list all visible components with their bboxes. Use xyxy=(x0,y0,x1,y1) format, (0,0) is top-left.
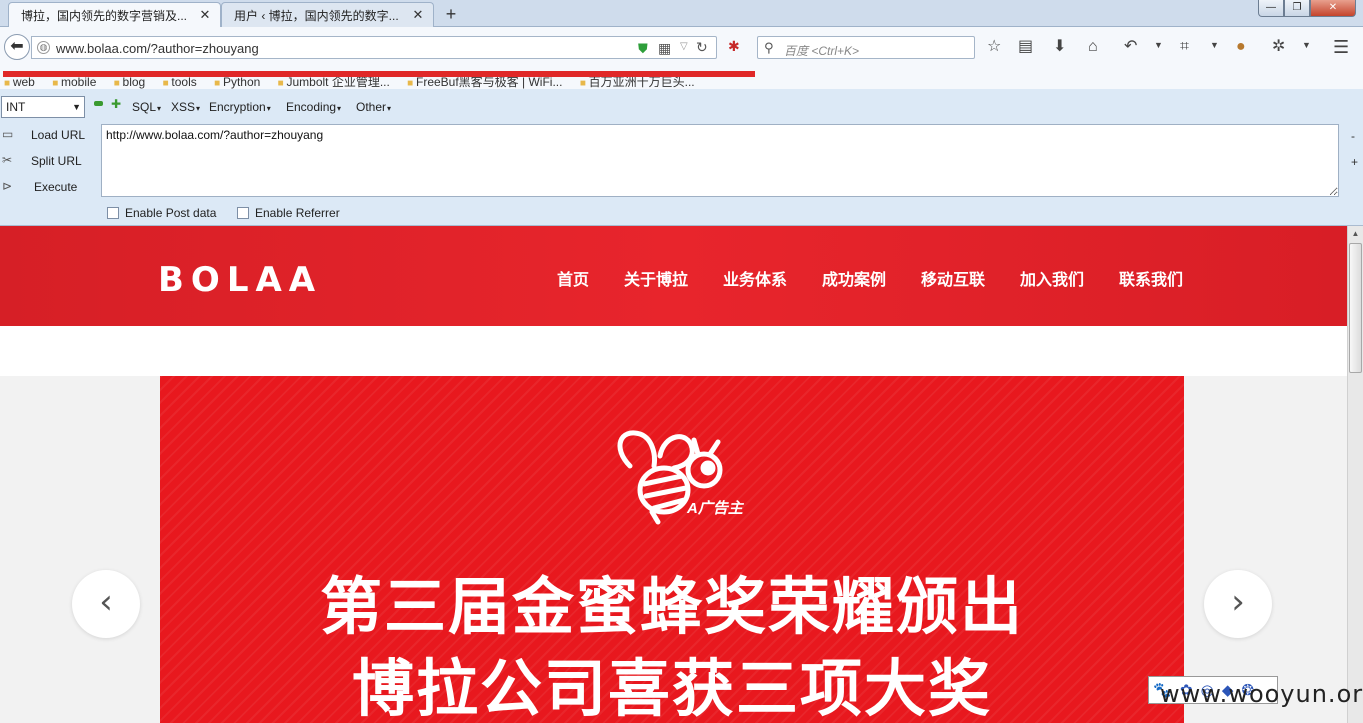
search-placeholder[interactable]: 百度 <Ctrl+K> xyxy=(784,42,859,59)
enable-post-data-checkbox[interactable]: Enable Post data xyxy=(107,206,216,220)
checkbox-label: Enable Post data xyxy=(125,206,217,220)
chevron-left-icon: ‹ xyxy=(99,582,113,622)
tab-close-icon[interactable]: ✕ xyxy=(411,7,425,23)
site-nav-join[interactable]: 加入我们 xyxy=(1020,266,1084,290)
url-history-dropdown-icon[interactable]: ▽ xyxy=(680,41,688,52)
site-nav-mobile[interactable]: 移动互联 xyxy=(921,266,985,290)
bookmark-item[interactable]: Jumbolt 企业管理... xyxy=(278,75,390,89)
checkbox-label: Enable Referrer xyxy=(255,206,340,220)
window-maximize-button[interactable]: ❐ xyxy=(1284,0,1310,17)
redaction-bar xyxy=(3,71,755,77)
crop-icon[interactable]: ⌗ xyxy=(1180,37,1189,57)
banner-headline-1: 第三届金蜜蜂奖荣耀颁出 xyxy=(319,570,1024,643)
hackbar-panel: INT ▼ ✚ SQL XSS Encryption Encoding Othe… xyxy=(0,89,1363,226)
chevron-down-icon: ▼ xyxy=(72,102,81,112)
load-url-icon: ▭ xyxy=(2,127,14,141)
expand-textarea-button[interactable]: + xyxy=(1351,155,1358,169)
tab-title: 用户 ‹ 博拉，国内领先的数字... xyxy=(234,8,399,23)
tab-title: 博拉，国内领先的数字营销及... xyxy=(21,8,188,23)
carousel-next-button[interactable]: › xyxy=(1204,570,1272,638)
chevron-right-icon: › xyxy=(1231,582,1245,622)
site-header: BOLAA 首页 关于博拉 业务体系 成功案例 移动互联 加入我们 联系我们 xyxy=(0,226,1347,326)
chevron-down-icon[interactable]: ▼ xyxy=(1154,40,1163,50)
site-nav-business[interactable]: 业务体系 xyxy=(723,266,787,290)
advertiser-brand-mark: A广告主 xyxy=(687,500,743,517)
menu-hamburger-icon[interactable]: ☰ xyxy=(1333,37,1349,57)
hackbar-menu-encoding[interactable]: Encoding xyxy=(286,100,341,114)
decrease-icon[interactable] xyxy=(94,101,103,106)
chevron-down-icon[interactable]: ▼ xyxy=(1210,40,1219,50)
site-nav-cases[interactable]: 成功案例 xyxy=(822,266,886,290)
undo-icon[interactable]: ↶ xyxy=(1124,37,1137,57)
hackbar-type-select[interactable]: INT ▼ xyxy=(1,96,85,118)
download-icon[interactable]: ⬇ xyxy=(1053,37,1066,57)
increase-icon[interactable]: ✚ xyxy=(111,98,121,110)
chevron-down-icon[interactable]: ▼ xyxy=(1302,40,1311,50)
banner-headline-2: 博拉公司喜获三项大奖 xyxy=(351,652,992,723)
tab-close-icon[interactable]: ✕ xyxy=(198,7,212,23)
reload-icon[interactable]: ↻ xyxy=(696,39,708,56)
url-bar[interactable]: ◍ www.bolaa.com/?author=zhouyang ⛊ ▦ ▽ ↻ xyxy=(31,36,717,59)
carousel-prev-button[interactable]: ‹ xyxy=(72,570,140,638)
execute-label: Execute xyxy=(34,180,78,194)
hackbar-menu-other[interactable]: Other xyxy=(356,100,391,114)
bookmark-item[interactable]: 百万亚洲十万巨头... xyxy=(580,75,695,89)
header-spacer xyxy=(0,326,1347,376)
window-minimize-button[interactable]: — xyxy=(1258,0,1284,17)
split-url-label: Split URL xyxy=(31,154,82,168)
scrollbar-thumb[interactable] xyxy=(1349,243,1362,373)
bookmark-star-icon[interactable]: ☆ xyxy=(987,37,1001,57)
globe-icon: ◍ xyxy=(37,41,50,54)
load-url-label: Load URL xyxy=(31,128,86,142)
firebug-icon[interactable]: ✱ xyxy=(728,38,740,55)
bookmark-item[interactable]: Python xyxy=(214,75,260,89)
bookmark-item[interactable]: web xyxy=(4,75,35,89)
hackbar-url-textarea[interactable]: http://www.bolaa.com/?author=zhouyang xyxy=(101,124,1339,197)
shield-icon[interactable]: ⛊ xyxy=(638,41,648,57)
hackbar-menu-sql[interactable]: SQL xyxy=(132,100,161,114)
checkbox-box[interactable] xyxy=(237,207,249,219)
bookmarks-toolbar: web mobile blog tools Python Jumbolt 企业管… xyxy=(0,67,1363,89)
site-nav-contact[interactable]: 联系我们 xyxy=(1119,266,1183,290)
watermark-text: www.wooyun.org xyxy=(1160,680,1363,708)
tab-strip: 博拉，国内领先的数字营销及... ✕ 用户 ‹ 博拉，国内领先的数字... ✕ … xyxy=(0,0,1363,27)
bug-icon[interactable]: ✲ xyxy=(1272,37,1285,57)
back-button[interactable]: ⬅ xyxy=(4,34,30,60)
shrink-textarea-button[interactable]: - xyxy=(1351,129,1355,143)
cookie-icon[interactable]: ● xyxy=(1236,37,1246,57)
scroll-up-icon[interactable]: ▲ xyxy=(1348,226,1363,242)
site-nav-about[interactable]: 关于博拉 xyxy=(624,266,688,290)
arrow-left-icon: ⬅ xyxy=(10,38,24,55)
page-scrollbar[interactable]: ▲ xyxy=(1347,226,1363,723)
qr-code-icon[interactable]: ▦ xyxy=(658,40,671,57)
scissors-icon: ✂ xyxy=(2,153,13,167)
hackbar-menu-xss[interactable]: XSS xyxy=(171,100,200,114)
search-bar[interactable]: ⚲ 百度 <Ctrl+K> xyxy=(757,36,975,59)
window-close-button[interactable]: ✕ xyxy=(1310,0,1356,17)
hackbar-menu-encryption[interactable]: Encryption xyxy=(209,100,271,114)
tab-bolaa-users[interactable]: 用户 ‹ 博拉，国内领先的数字... ✕ xyxy=(221,2,434,27)
bookmark-item[interactable]: mobile xyxy=(52,75,96,89)
new-tab-button[interactable]: + xyxy=(440,3,462,25)
web-page-viewport: BOLAA 首页 关于博拉 业务体系 成功案例 移动互联 加入我们 联系我们 A… xyxy=(0,226,1347,723)
site-nav-home[interactable]: 首页 xyxy=(557,266,589,290)
split-url-button[interactable]: ✂ Split URL xyxy=(0,151,96,171)
search-icon: ⚲ xyxy=(764,40,774,55)
bookmark-item[interactable]: tools xyxy=(163,75,197,89)
select-value: INT xyxy=(6,100,26,114)
play-icon: ⊳ xyxy=(2,179,13,193)
tab-bolaa-home[interactable]: 博拉，国内领先的数字营销及... ✕ xyxy=(8,2,221,27)
enable-referrer-checkbox[interactable]: Enable Referrer xyxy=(237,206,340,220)
url-text[interactable]: www.bolaa.com/?author=zhouyang xyxy=(56,41,259,56)
execute-button[interactable]: ⊳ Execute xyxy=(0,177,96,197)
bookmark-item[interactable]: FreeBuf黑客与极客 | WiFi... xyxy=(407,75,562,89)
load-url-button[interactable]: ▭ Load URL xyxy=(0,125,96,145)
reading-list-icon[interactable]: ▤ xyxy=(1018,37,1033,57)
navigation-toolbar: ⬅ ◍ www.bolaa.com/?author=zhouyang ⛊ ▦ ▽… xyxy=(0,27,1363,67)
checkbox-box[interactable] xyxy=(107,207,119,219)
hero-banner[interactable]: A广告主 第三届金蜜蜂奖荣耀颁出 博拉公司喜获三项大奖 xyxy=(160,376,1184,723)
bookmark-item[interactable]: blog xyxy=(114,75,146,89)
site-logo[interactable]: BOLAA xyxy=(158,260,322,300)
home-icon[interactable]: ⌂ xyxy=(1088,37,1098,57)
